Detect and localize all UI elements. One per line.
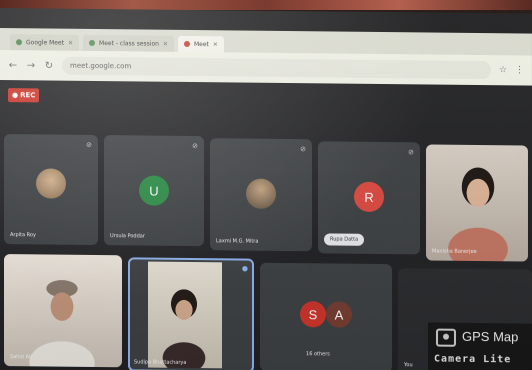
participant-tile-ursula[interactable]: ⊘ U Ursula Poddar bbox=[104, 135, 204, 247]
avatar-letter: S bbox=[308, 306, 318, 322]
participant-name: Manisha Banerjee bbox=[432, 248, 477, 255]
participant-tile-sudipa[interactable]: ● Sudipa Bhattacharya bbox=[128, 257, 254, 370]
participant-name: Sudipa Bhattacharya bbox=[134, 359, 187, 366]
participant-name-pill[interactable]: Rupa Datta bbox=[324, 233, 365, 246]
arrow-left-icon[interactable]: ← bbox=[8, 60, 18, 71]
participant-name: Arpita Roy bbox=[10, 232, 36, 239]
participant-tile-others[interactable]: S A 16 others bbox=[260, 262, 392, 370]
close-icon[interactable]: ✕ bbox=[163, 40, 168, 47]
avatar bbox=[246, 178, 276, 209]
avatar: S bbox=[300, 301, 326, 328]
avatar bbox=[36, 168, 66, 199]
browser-tab-1[interactable]: Google Meet ✕ bbox=[10, 34, 80, 51]
participant-video bbox=[426, 144, 528, 262]
address-text: meet.google.com bbox=[70, 61, 132, 71]
participant-name: Ursula Poddar bbox=[110, 233, 145, 240]
camera-icon bbox=[436, 328, 456, 347]
speaking-indicator-icon: ● bbox=[241, 264, 248, 273]
participant-tile-laxmi[interactable]: ⊘ Laxmi M.G. Mitra bbox=[210, 138, 312, 252]
recording-label: REC bbox=[20, 91, 36, 100]
participant-tile-manisha[interactable]: ⊘ Manisha Banerjee bbox=[426, 144, 528, 262]
meet-favicon-icon bbox=[89, 39, 96, 46]
close-icon[interactable]: ✕ bbox=[68, 39, 73, 46]
gps-camera-watermark: GPS Map Camera Lite bbox=[428, 322, 532, 370]
browser-tab-2[interactable]: Meet - class session ✕ bbox=[83, 34, 174, 52]
participant-name: You bbox=[404, 362, 413, 369]
participant-video bbox=[4, 254, 122, 368]
avatar-letter: U bbox=[149, 183, 159, 199]
reload-icon[interactable]: ↻ bbox=[44, 60, 54, 71]
recording-favicon-icon bbox=[183, 40, 190, 47]
recording-dot-icon: ● bbox=[12, 91, 19, 100]
participant-tile-rupa[interactable]: ⊘ R Rupa Datta bbox=[318, 141, 420, 255]
recording-badge: ● REC bbox=[8, 88, 40, 103]
participant-tile-arpita[interactable]: ⊘ Arpita Roy bbox=[4, 134, 98, 246]
close-icon[interactable]: ✕ bbox=[213, 41, 218, 48]
meet-favicon-icon bbox=[16, 39, 22, 46]
browser-tab-3[interactable]: Meet ✕ bbox=[177, 35, 224, 53]
participant-video bbox=[148, 261, 222, 369]
participant-name: 16 others bbox=[306, 351, 330, 358]
watermark-subtitle: Camera Lite bbox=[434, 353, 512, 366]
avatar: A bbox=[326, 301, 352, 328]
mic-off-icon: ⊘ bbox=[192, 142, 198, 151]
participant-name: Sahid Ali bbox=[10, 354, 32, 361]
mic-off-icon: ⊘ bbox=[516, 151, 522, 160]
participant-name: Rupa Datta bbox=[330, 236, 359, 243]
toolbar-icons: ☆ ⋮ bbox=[499, 65, 524, 75]
address-bar[interactable]: meet.google.com bbox=[62, 56, 491, 80]
participant-tile-sahid[interactable]: Sahid Ali bbox=[4, 254, 122, 368]
star-icon[interactable]: ☆ bbox=[499, 65, 507, 75]
arrow-right-icon[interactable]: → bbox=[26, 60, 36, 71]
meeting-stage: ● REC ⊘ Arpita Roy ⊘ U Ursula Poddar ⊘ L… bbox=[0, 80, 532, 370]
monitor-screen: Google Meet ✕ Meet - class session ✕ Mee… bbox=[0, 8, 532, 370]
watermark-title: GPS Map bbox=[462, 328, 519, 345]
tab-label: Meet bbox=[193, 40, 209, 48]
mic-off-icon: ⊘ bbox=[300, 145, 306, 154]
tab-label: Meet - class session bbox=[99, 39, 159, 48]
avatar: U bbox=[139, 175, 169, 206]
extensions-icon[interactable]: ⋮ bbox=[515, 65, 524, 75]
participant-name: Laxmi M.G. Mitra bbox=[216, 238, 259, 245]
tab-label: Google Meet bbox=[26, 38, 64, 47]
mic-off-icon: ⊘ bbox=[408, 148, 414, 157]
mic-off-icon: ⊘ bbox=[86, 140, 92, 149]
avatar: R bbox=[354, 181, 384, 213]
avatar-letter: A bbox=[334, 307, 344, 323]
avatar-letter: R bbox=[364, 189, 374, 205]
